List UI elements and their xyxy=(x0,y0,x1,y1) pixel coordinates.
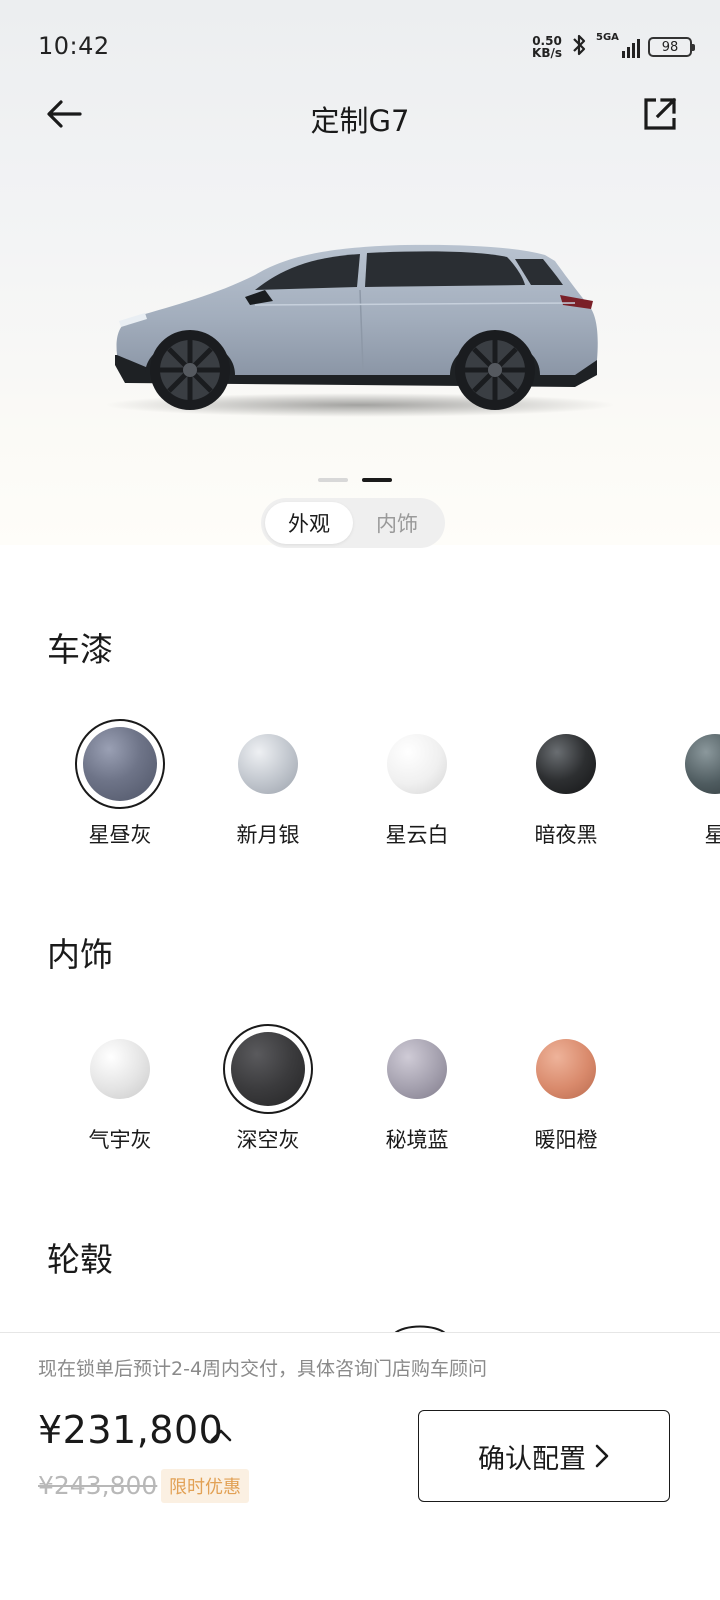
battery-icon: 98 xyxy=(648,37,695,57)
color-chip xyxy=(238,734,298,794)
swatch-label: 气宇灰 xyxy=(88,1128,152,1152)
interior-option-air-grey[interactable]: 气宇灰 xyxy=(65,1024,175,1164)
color-chip xyxy=(90,1039,150,1099)
pager-dot-active[interactable] xyxy=(362,478,392,482)
color-chip xyxy=(387,1039,447,1099)
interior-section-title: 内饰 xyxy=(47,935,113,974)
net-speed-unit: KB/s xyxy=(532,46,562,60)
tab-interior[interactable]: 内饰 xyxy=(353,502,441,544)
color-chip xyxy=(536,734,596,794)
paint-options: 星昼灰 新月银 星云白 暗夜黑 星 xyxy=(0,719,720,859)
color-chip xyxy=(387,734,447,794)
share-button[interactable] xyxy=(642,96,682,136)
bottom-panel: 现在锁单后预计2-4周内交付，具体咨询门店购车顾问 ¥231,800 ¥243,… xyxy=(0,1332,720,1600)
interior-option-mystic-blue[interactable]: 秘境蓝 xyxy=(362,1024,472,1164)
current-price[interactable]: ¥231,800 xyxy=(38,1408,223,1452)
paint-option-night-black[interactable]: 暗夜黑 xyxy=(511,719,621,859)
color-chip xyxy=(83,727,157,801)
paint-option-partial[interactable]: 星 xyxy=(660,719,720,859)
paint-option-star-grey[interactable]: 星昼灰 xyxy=(65,719,175,859)
promo-badge: 限时优惠 xyxy=(161,1469,249,1503)
swatch-label: 秘境蓝 xyxy=(385,1128,449,1152)
paint-section-title: 车漆 xyxy=(47,630,113,669)
nav-bar: 定制G7 xyxy=(0,92,720,142)
swatch-label: 新月银 xyxy=(236,823,300,847)
swatch-label: 暗夜黑 xyxy=(534,823,598,847)
delivery-note: 现在锁单后预计2-4周内交付，具体咨询门店购车顾问 xyxy=(38,1358,488,1380)
view-toggle: 外观 内饰 xyxy=(261,498,445,548)
paint-option-nebula-white[interactable]: 星云白 xyxy=(362,719,472,859)
swatch-label: 星昼灰 xyxy=(88,823,152,847)
swatch-label: 暖阳橙 xyxy=(534,1128,598,1152)
image-pager xyxy=(318,478,392,482)
status-indicators: 0.50 KB/s 5GA 98 xyxy=(532,32,695,62)
interior-option-deep-space-grey[interactable]: 深空灰 xyxy=(213,1024,323,1164)
color-chip xyxy=(685,734,720,794)
chevron-up-icon[interactable] xyxy=(208,1425,234,1445)
chevron-right-icon xyxy=(595,1444,609,1468)
color-chip xyxy=(536,1039,596,1099)
tab-exterior[interactable]: 外观 xyxy=(265,502,353,544)
color-chip xyxy=(231,1032,305,1106)
wheels-section-title: 轮毂 xyxy=(47,1240,113,1279)
interior-option-warm-orange[interactable]: 暖阳橙 xyxy=(511,1024,621,1164)
swatch-label: 星 xyxy=(704,823,720,847)
interior-options: 气宇灰 深空灰 秘境蓝 暖阳橙 xyxy=(0,1024,720,1164)
original-price: ¥243,800 xyxy=(38,1471,158,1500)
car-image xyxy=(105,244,615,417)
status-time: 10:42 xyxy=(38,32,110,60)
share-external-icon xyxy=(644,97,677,130)
bluetooth-icon xyxy=(570,33,588,61)
network-type: 5GA xyxy=(596,32,619,43)
confirm-button-label: 确认配置 xyxy=(478,1443,586,1475)
pager-dot[interactable] xyxy=(318,478,348,482)
hero-section: 10:42 0.50 KB/s 5GA 98 定制G7 外观 内饰 xyxy=(0,0,720,548)
status-bar: 10:42 0.50 KB/s 5GA 98 xyxy=(0,0,720,92)
battery-level: 98 xyxy=(661,39,679,55)
network-speed: 0.50 KB/s xyxy=(532,35,562,59)
confirm-config-button[interactable]: 确认配置 xyxy=(418,1410,670,1502)
swatch-label: 深空灰 xyxy=(236,1128,300,1152)
signal-icon: 5GA xyxy=(596,32,640,58)
swatch-label: 星云白 xyxy=(385,823,449,847)
paint-option-moon-silver[interactable]: 新月银 xyxy=(213,719,323,859)
page-title: 定制G7 xyxy=(310,104,410,138)
